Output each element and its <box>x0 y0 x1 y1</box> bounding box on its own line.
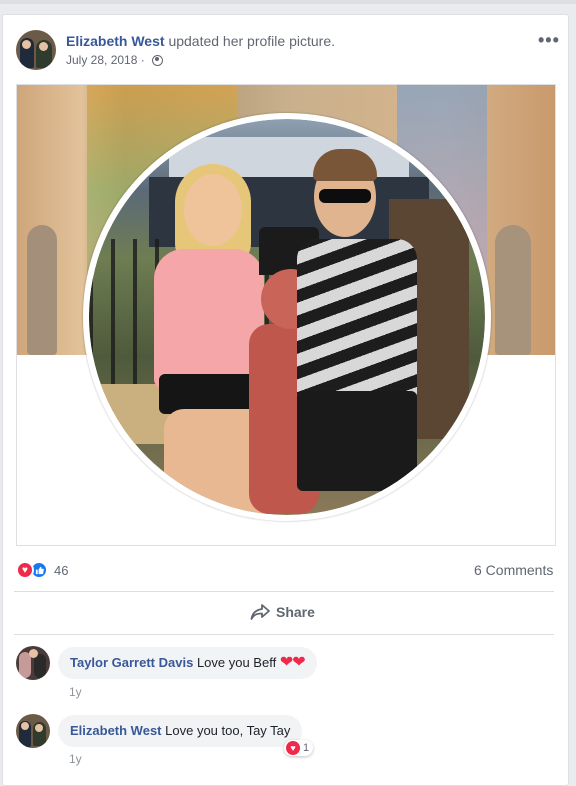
comments-count-link[interactable]: 6 Comments <box>474 562 553 578</box>
love-reaction-icon: ♥ <box>16 561 34 579</box>
divider <box>14 634 554 635</box>
comment-bubble: Elizabeth West Love you too, Tay Tay <box>58 715 303 747</box>
profile-picture-photo[interactable] <box>16 84 556 546</box>
comment-reaction-count: 1 <box>303 742 310 754</box>
share-icon <box>250 604 270 620</box>
reactions-summary[interactable]: ♥ 46 <box>16 561 68 579</box>
heart-emoji: ❤❤ <box>279 654 306 671</box>
author-avatar[interactable] <box>16 30 56 70</box>
comment-text: Love you Beff <box>196 655 277 670</box>
meta-separator: · <box>140 53 145 67</box>
more-options-button[interactable]: ••• <box>538 30 560 51</box>
commenter-avatar[interactable] <box>16 714 50 748</box>
comment-text: Love you too, Tay Tay <box>165 723 291 738</box>
angel-figurine-right <box>495 225 531 355</box>
comment-reaction-badge[interactable]: ♥ 1 <box>284 740 314 756</box>
reaction-count: 46 <box>54 562 69 578</box>
commenter-name-link[interactable]: Taylor Garrett Davis <box>70 655 193 670</box>
globe-icon[interactable] <box>152 55 164 66</box>
commenter-name-link[interactable]: Elizabeth West <box>70 723 162 738</box>
author-name-link[interactable]: Elizabeth West <box>66 33 165 49</box>
angel-figurine-left <box>27 225 57 355</box>
profile-picture-circle <box>83 113 491 521</box>
comment-age-link[interactable]: 1y <box>69 685 82 699</box>
comment-age-link[interactable]: 1y <box>69 752 82 766</box>
post-action-text: updated her profile picture. <box>168 33 335 49</box>
comment-bubble: Taylor Garrett Davis Love you Beff ❤❤ <box>58 647 317 679</box>
post-meta: July 28, 2018 · <box>66 53 164 67</box>
share-label: Share <box>276 604 315 620</box>
commenter-avatar[interactable] <box>16 646 50 680</box>
share-button[interactable]: Share <box>250 604 315 620</box>
post-header: Elizabeth West updated her profile pictu… <box>66 33 335 49</box>
page-top-border <box>0 0 576 4</box>
divider <box>14 591 554 592</box>
heart-reaction-icon: ♥ <box>286 741 300 755</box>
post-date-link[interactable]: July 28, 2018 <box>66 53 137 67</box>
